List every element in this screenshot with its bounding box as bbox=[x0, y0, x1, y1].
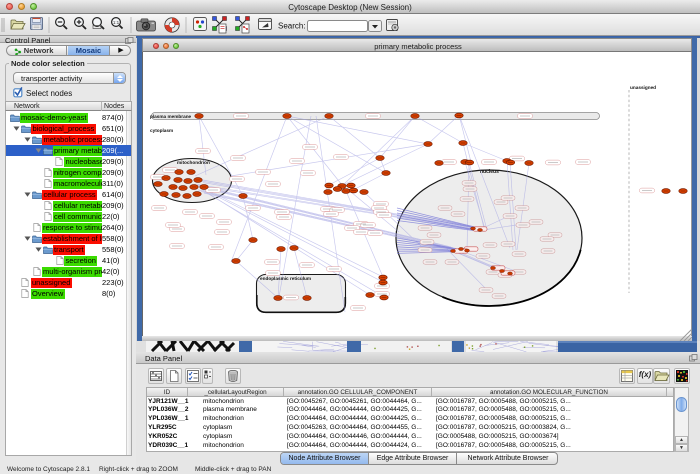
svg-text:cytoplasm: cytoplasm bbox=[150, 128, 173, 133]
svg-text:endoplasmic reticulum: endoplasmic reticulum bbox=[260, 276, 311, 281]
svg-text:unassigned: unassigned bbox=[630, 85, 656, 90]
svg-text:Search:: Search: bbox=[278, 22, 306, 31]
svg-text:mitochondrion: mitochondrion bbox=[177, 160, 210, 165]
svg-text:plasma membrane: plasma membrane bbox=[150, 114, 192, 119]
svg-text:nucleus: nucleus bbox=[480, 169, 499, 175]
svg-text:1:1: 1:1 bbox=[113, 20, 120, 25]
